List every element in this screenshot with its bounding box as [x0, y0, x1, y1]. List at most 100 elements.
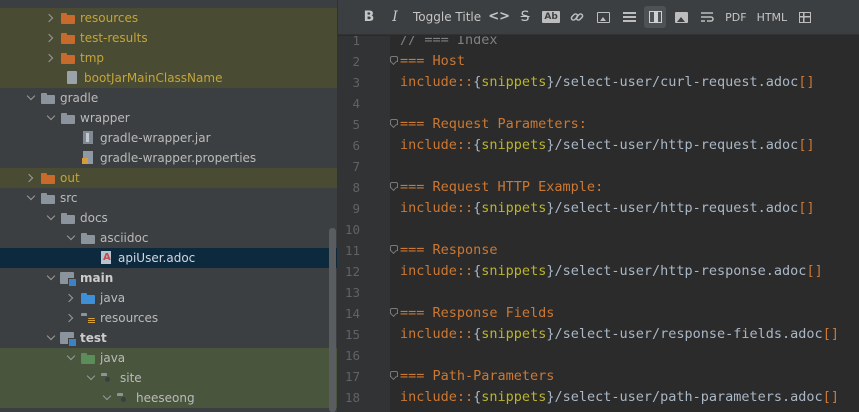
tree-item-main-resources[interactable]: resources [0, 308, 337, 328]
code-line[interactable]: 4 [338, 93, 859, 114]
line-number: 8 [352, 180, 360, 195]
insert-image-button[interactable] [592, 6, 614, 28]
fold-marker-icon[interactable] [390, 308, 398, 317]
insert-table-button[interactable] [794, 6, 816, 28]
code-line[interactable]: 16 [338, 345, 859, 366]
chevron-down-icon[interactable] [84, 368, 100, 388]
chevron-right-icon[interactable] [44, 8, 60, 28]
code-line[interactable]: 17 === Path-Parameters [338, 366, 859, 387]
link-icon [570, 13, 584, 21]
chevron-down-icon[interactable] [44, 328, 60, 348]
tree-item-out[interactable]: out [0, 168, 337, 188]
chevron-right-icon[interactable] [44, 28, 60, 48]
tree-item-label: apiUser.adoc [118, 251, 196, 265]
tree-item-label: java [100, 351, 126, 365]
tree-item-main[interactable]: main [0, 268, 337, 288]
image-icon [596, 11, 610, 23]
soft-wrap-button[interactable] [696, 6, 718, 28]
tree-scrollbar[interactable] [329, 228, 336, 412]
code-line[interactable]: 11 === Response [338, 240, 859, 261]
code-line[interactable]: 1 // === Index [338, 36, 859, 51]
line-number: 15 [344, 327, 360, 342]
strikethrough-button[interactable]: S [514, 6, 536, 28]
code-line[interactable]: 6 include::{snippets}/select-user/http-re… [338, 135, 859, 156]
html-label: HTML [756, 10, 788, 24]
chevron-down-icon[interactable] [44, 208, 60, 228]
monospace-button[interactable]: Ab [540, 6, 562, 28]
fold-marker-icon[interactable] [390, 245, 398, 254]
chevron-right-icon[interactable] [44, 48, 60, 68]
code-token: snippets [481, 200, 547, 216]
list-icon [622, 11, 636, 23]
code-line[interactable]: 15 include::{snippets}/select-user/respon… [338, 324, 859, 345]
chevron-down-icon[interactable] [64, 348, 80, 368]
fold-marker-icon[interactable] [390, 371, 398, 380]
tree-item-label: tmp [80, 51, 105, 65]
code-line[interactable]: 2 === Host [338, 51, 859, 72]
tree-item-src[interactable]: src [0, 188, 337, 208]
tree-item-label: src [60, 191, 78, 205]
chevron-down-icon[interactable] [24, 88, 40, 108]
chevron-down-icon[interactable] [24, 188, 40, 208]
code-line[interactable]: 13 [338, 282, 859, 303]
toggle-title-button[interactable]: Toggle Title [410, 6, 484, 28]
italic-button[interactable]: I [384, 6, 406, 28]
toggle-title-label: Toggle Title [413, 10, 482, 24]
tree-item-wrapper[interactable]: wrapper [0, 108, 337, 128]
chevron-down-icon[interactable] [44, 268, 60, 288]
code-line[interactable]: 8 === Request HTTP Example: [338, 177, 859, 198]
tree-item-docs[interactable]: docs [0, 208, 337, 228]
export-html-button[interactable]: HTML [754, 6, 791, 28]
line-number: 13 [344, 285, 360, 300]
tree-item-bootjar[interactable]: bootJarMainClassName [0, 68, 337, 88]
code-button[interactable]: <> [488, 6, 510, 28]
tree-item-label: test [80, 331, 107, 345]
list-button[interactable] [618, 6, 640, 28]
chevron-right-icon[interactable] [64, 308, 80, 328]
line-number: 6 [352, 138, 360, 153]
tree-item-main-java[interactable]: java [0, 288, 337, 308]
bold-button[interactable]: B [358, 6, 380, 28]
tree-item-gradle[interactable]: gradle [0, 88, 337, 108]
fold-marker-icon[interactable] [390, 56, 398, 65]
tree-item-resources-build[interactable]: resources [0, 8, 337, 28]
fold-marker-icon[interactable] [390, 182, 398, 191]
tree-item-apiuser-adoc[interactable]: apiUser.adoc [0, 248, 337, 268]
chevron-down-icon[interactable] [44, 108, 60, 128]
tree-item-test[interactable]: test [0, 328, 337, 348]
chevron-right-icon[interactable] [64, 288, 80, 308]
split-preview-button[interactable] [644, 6, 667, 28]
chevron-down-icon[interactable] [100, 388, 116, 408]
tree-item-gradle-wrapper-properties[interactable]: gradle-wrapper.properties [0, 148, 337, 168]
line-number: 10 [344, 222, 360, 237]
tree-item-tmp[interactable]: tmp [0, 48, 337, 68]
code-token: include:: [400, 326, 474, 342]
code-line[interactable]: 12 include::{snippets}/select-user/http-r… [338, 261, 859, 282]
code-line[interactable]: 14 === Response Fields [338, 303, 859, 324]
fold-marker-icon[interactable] [390, 119, 398, 128]
strikethrough-icon: S [520, 9, 530, 25]
code-line[interactable]: 5 === Request Parameters: [338, 114, 859, 135]
code-icon: <> [488, 9, 511, 24]
code-line[interactable]: 3 include::{snippets}/select-user/curl-re… [338, 72, 859, 93]
code-line[interactable]: 10 [338, 219, 859, 240]
chevron-down-icon[interactable] [64, 228, 80, 248]
tree-item-gradle-wrapper-jar[interactable]: gradle-wrapper.jar [0, 128, 337, 148]
tree-item-heeseong[interactable]: heeseong [0, 388, 337, 408]
code-editor[interactable]: 1// === Index 2 === Host 3 include::{snippet… [338, 36, 859, 412]
chevron-right-icon[interactable] [24, 168, 40, 188]
export-pdf-button[interactable]: PDF [722, 6, 749, 28]
image-preview-button[interactable] [670, 6, 692, 28]
folder-icon [40, 170, 56, 186]
code-line[interactable]: 18 include::{snippets}/select-user/path-p… [338, 387, 859, 408]
code-line[interactable]: 9 include::{snippets}/select-user/http-re… [338, 198, 859, 219]
code-token: include:: [400, 263, 474, 279]
link-button[interactable] [566, 6, 588, 28]
tree-item-test-java[interactable]: java [0, 348, 337, 368]
tree-item-asciidoc[interactable]: asciidoc [0, 228, 337, 248]
code-line[interactable]: 7 [338, 156, 859, 177]
tree-item-label: test-results [80, 31, 148, 45]
code-text: include::{snippets}/select-user/response… [400, 324, 839, 345]
tree-item-test-results[interactable]: test-results [0, 28, 337, 48]
tree-item-site[interactable]: site [0, 368, 337, 388]
